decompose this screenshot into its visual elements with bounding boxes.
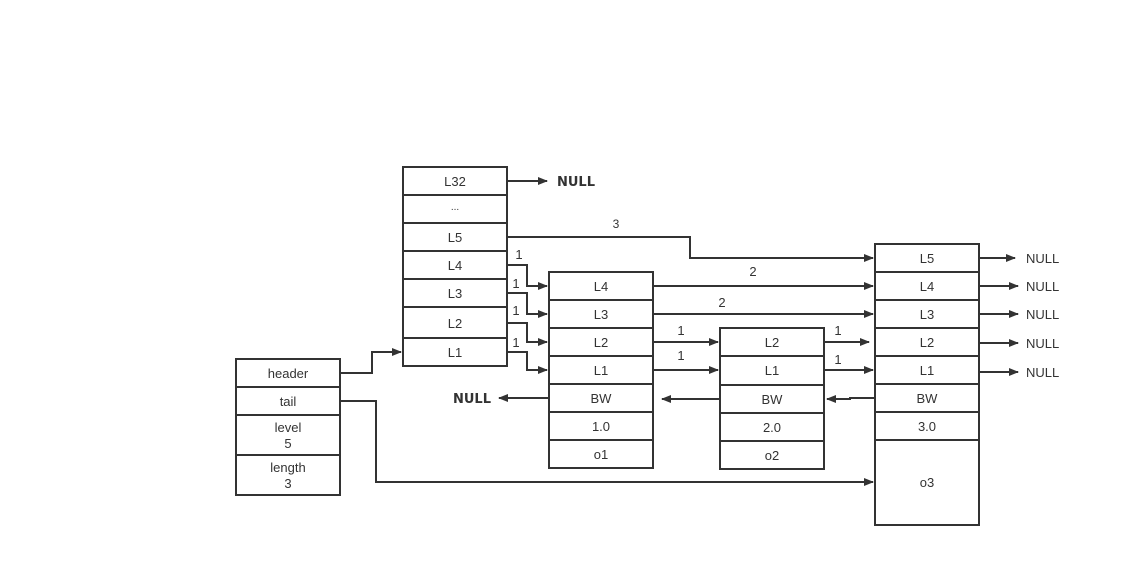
o1-level-L1-label: L1 bbox=[594, 363, 608, 378]
node-o1: L4 L3 L2 L1 BW 1.0 o1 bbox=[548, 271, 654, 469]
list-tail-label: tail bbox=[280, 394, 297, 409]
node-o2: L2 L1 BW 2.0 o2 bbox=[719, 327, 825, 470]
o3-L1-null-label: NULL bbox=[1026, 365, 1059, 380]
o1-backward-null-label: NULL bbox=[453, 392, 491, 407]
o1-L2-span: 1 bbox=[677, 323, 684, 338]
o1-obj-label: o1 bbox=[594, 447, 608, 462]
o3-level-L1-label: L1 bbox=[920, 363, 934, 378]
o3-backward-label: BW bbox=[917, 391, 939, 406]
o2-obj-label: o2 bbox=[765, 448, 779, 463]
header-level-L32-label: L32 bbox=[444, 174, 466, 189]
header-L2-span: 1 bbox=[512, 303, 519, 318]
header-L1-forward-arrow bbox=[507, 351, 548, 374]
header-L32-null-label: NULL bbox=[557, 175, 595, 190]
o2-L1-span: 1 bbox=[834, 352, 841, 367]
header-pointer-arrow bbox=[340, 348, 402, 374]
o1-L1-span: 1 bbox=[677, 348, 684, 363]
o3-obj-label: o3 bbox=[920, 475, 934, 490]
header-level-L2-label: L2 bbox=[448, 316, 462, 331]
header-level-L1-label: L1 bbox=[448, 345, 462, 360]
node-o3: L5 L4 L3 L2 L1 BW 3.0 o3 bbox=[874, 243, 980, 526]
o3-level-L5-label: L5 bbox=[920, 251, 934, 266]
o3-level-L2-label: L2 bbox=[920, 335, 934, 350]
o2-level-L1-label: L1 bbox=[765, 363, 779, 378]
header-node: L32 ... L5 L4 L3 L2 L1 bbox=[402, 166, 508, 367]
header-level-L5-label: L5 bbox=[448, 230, 462, 245]
o1-L3-span: 2 bbox=[718, 295, 725, 310]
header-level-ellipsis-label: ... bbox=[451, 202, 459, 213]
o2-level-L2-label: L2 bbox=[765, 335, 779, 350]
header-L4-span: 1 bbox=[515, 247, 522, 262]
header-L3-span: 1 bbox=[512, 276, 519, 291]
o3-L4-null-label: NULL bbox=[1026, 279, 1059, 294]
list-level-value: 5 bbox=[284, 436, 291, 451]
o3-backward-arrow bbox=[826, 395, 875, 403]
list-struct: header tail level 5 length 3 bbox=[235, 358, 341, 496]
o3-level-L3-label: L3 bbox=[920, 307, 934, 322]
header-L5-forward-arrow bbox=[507, 236, 874, 262]
header-level-L3-label: L3 bbox=[448, 286, 462, 301]
o3-score-label: 3.0 bbox=[918, 419, 936, 434]
header-L1-span: 1 bbox=[512, 335, 519, 350]
o1-score-label: 1.0 bbox=[592, 419, 610, 434]
header-level-L4-label: L4 bbox=[448, 258, 462, 273]
o1-level-L2-label: L2 bbox=[594, 335, 608, 350]
o1-level-L4-label: L4 bbox=[594, 279, 608, 294]
list-length-label: length bbox=[270, 460, 305, 475]
o1-level-L3-label: L3 bbox=[594, 307, 608, 322]
header-L5-span: 3 bbox=[613, 217, 620, 231]
list-header-label: header bbox=[268, 366, 309, 381]
o1-backward-label: BW bbox=[591, 391, 613, 406]
skiplist-diagram: header tail level 5 length 3 L32 ... L5 … bbox=[235, 166, 1059, 526]
o3-level-L4-label: L4 bbox=[920, 279, 934, 294]
list-level-label: level bbox=[275, 420, 302, 435]
o2-score-label: 2.0 bbox=[763, 420, 781, 435]
o2-L2-span: 1 bbox=[834, 323, 841, 338]
o3-L3-null-label: NULL bbox=[1026, 307, 1059, 322]
list-length-value: 3 bbox=[284, 476, 291, 491]
o2-backward-label: BW bbox=[762, 392, 784, 407]
o3-L5-null-label: NULL bbox=[1026, 251, 1059, 266]
o1-L4-span: 2 bbox=[749, 264, 756, 279]
o3-L2-null-label: NULL bbox=[1026, 336, 1059, 351]
